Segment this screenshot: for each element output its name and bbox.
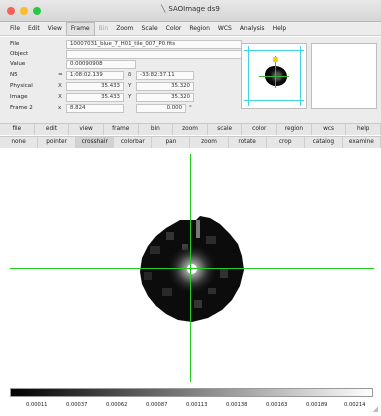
- wcs-separator: =: [58, 72, 63, 78]
- file-name-field: 10007031_blue_7_H01_tile_007_P0.fits: [66, 40, 242, 49]
- info-row-value: Value 0.00090908: [10, 60, 242, 69]
- panner-box-right: [300, 46, 301, 106]
- menu-frame[interactable]: Frame: [65, 21, 95, 36]
- menu-wcs[interactable]: WCS: [214, 23, 236, 35]
- menu-help[interactable]: Help: [269, 23, 291, 35]
- colorbar-tick-label: 0.00037: [66, 402, 88, 408]
- menu-analysis[interactable]: Analysis: [236, 23, 269, 35]
- menu-bin[interactable]: Bin: [95, 23, 113, 35]
- menu-file[interactable]: File: [6, 23, 24, 35]
- menu-color[interactable]: Color: [162, 23, 186, 35]
- button-edit[interactable]: edit: [35, 124, 70, 135]
- menu-bar: File Edit View Frame Bin Zoom Scale Colo…: [0, 21, 381, 36]
- colorbar-tick-label: 0.00011: [26, 402, 48, 408]
- object-label: Object: [10, 51, 29, 57]
- window-title-group: ╲ SAOImage ds9: [0, 5, 381, 13]
- physical-y-label: Y: [128, 83, 132, 89]
- menu-scale[interactable]: Scale: [138, 23, 162, 35]
- physical-x-field: 35.433: [66, 82, 124, 91]
- panner-compass-marker: [273, 57, 278, 62]
- info-row-wcs: N5 = 1:08:02.139 δ -33:82:37.11: [10, 71, 242, 80]
- window-title: SAOImage ds9: [168, 5, 220, 13]
- colorbar-tick-label: 0.00062: [106, 402, 128, 408]
- info-row-file: File 10007031_blue_7_H01_tile_007_P0.fit…: [10, 40, 242, 49]
- wcs-dec-symbol: δ: [128, 72, 132, 78]
- mode-button-bar: none pointer crosshair colorbar pan zoom…: [0, 136, 381, 148]
- button-scale[interactable]: scale: [208, 124, 243, 135]
- physical-x-label: X: [58, 83, 62, 89]
- menu-zoom[interactable]: Zoom: [112, 23, 137, 35]
- frame-angle-unit: °: [189, 105, 192, 111]
- mode-zoom-button[interactable]: zoom: [190, 137, 229, 148]
- info-row-object: Object: [10, 50, 242, 59]
- button-bin[interactable]: bin: [139, 124, 174, 135]
- frame-zoom-x-label: x: [58, 105, 62, 111]
- colorbar-tick-label: 0.00087: [146, 402, 168, 408]
- colorbar-tick-label: 0.00214: [344, 402, 366, 408]
- title-bar: ╲ SAOImage ds9: [0, 0, 381, 22]
- crosshair-horizontal[interactable]: [10, 268, 374, 269]
- menu-view[interactable]: View: [44, 23, 66, 35]
- button-file[interactable]: file: [0, 124, 35, 135]
- mode-catalog-button[interactable]: catalog: [305, 137, 343, 148]
- button-view[interactable]: view: [69, 124, 104, 135]
- mode-pointer-button[interactable]: pointer: [38, 137, 77, 148]
- colorbar-tick-labels: 0.00011 0.00037 0.00062 0.00087 0.00113 …: [10, 402, 373, 410]
- mode-pan-button[interactable]: pan: [152, 137, 191, 148]
- button-help[interactable]: help: [346, 124, 381, 135]
- wcs-label: N5: [10, 72, 18, 78]
- menu-region[interactable]: Region: [185, 23, 214, 35]
- colorbar-tick-label: 0.00138: [226, 402, 248, 408]
- panner-box-bottom: [244, 100, 304, 101]
- mode-crosshair-button[interactable]: crosshair: [76, 137, 115, 148]
- file-label: File: [10, 41, 20, 47]
- ds9-app-icon: ╲: [161, 5, 166, 13]
- panner-box-top: [244, 50, 304, 51]
- frame-label: Frame 2: [10, 105, 33, 111]
- frame-zoom-field: 8.824: [66, 104, 124, 113]
- button-color[interactable]: color: [242, 124, 278, 135]
- image-label: Image: [10, 94, 28, 100]
- button-wcs[interactable]: wcs: [312, 124, 347, 135]
- object-field: [66, 50, 242, 59]
- pixel-value-field: 0.00090908: [66, 60, 136, 69]
- magnifier-thumbnail: [311, 43, 377, 109]
- image-y-field: 35.320: [136, 93, 194, 102]
- resize-grip-icon[interactable]: ◢: [373, 405, 378, 413]
- image-x-field: 35.433: [66, 93, 124, 102]
- panner-crosshair-horizontal: [259, 76, 289, 77]
- colorbar-tick-label: 0.00189: [306, 402, 328, 408]
- info-row-image: Image X 35.433 Y 35.320: [10, 93, 242, 102]
- info-row-frame: Frame 2 x 8.824 0.000 °: [10, 104, 242, 113]
- wcs-dec-field: -33:82:37.11: [136, 71, 194, 80]
- colorbar-tick-label: 0.00113: [186, 402, 208, 408]
- info-panel: File 10007031_blue_7_H01_tile_007_P0.fit…: [0, 37, 381, 123]
- fits-image-source: [140, 216, 244, 322]
- mode-crop-button[interactable]: crop: [267, 137, 305, 148]
- mode-rotate-button[interactable]: rotate: [229, 137, 267, 148]
- image-x-label: X: [58, 94, 62, 100]
- button-frame[interactable]: frame: [104, 124, 139, 135]
- colorbar[interactable]: [10, 388, 373, 397]
- frame-angle-field: 0.000: [136, 104, 186, 113]
- physical-label: Physical: [10, 83, 33, 89]
- major-button-bar: file edit view frame bin zoom scale colo…: [0, 123, 381, 135]
- image-y-label: Y: [128, 94, 132, 100]
- panner-thumbnail[interactable]: [241, 43, 307, 109]
- wcs-ra-field: 1:08:02.139: [66, 71, 124, 80]
- info-row-physical: Physical X 35.433 Y 35.320: [10, 82, 242, 91]
- mode-examine-button[interactable]: examine: [343, 137, 381, 148]
- image-canvas[interactable]: [0, 152, 381, 388]
- panner-box-left: [248, 46, 249, 106]
- button-zoom[interactable]: zoom: [173, 124, 208, 135]
- crosshair-vertical[interactable]: [190, 154, 191, 382]
- value-label: Value: [10, 61, 26, 67]
- menu-edit[interactable]: Edit: [24, 23, 44, 35]
- mode-colorbar-button[interactable]: colorbar: [114, 137, 153, 148]
- button-region[interactable]: region: [277, 124, 312, 135]
- physical-y-field: 35.320: [136, 82, 194, 91]
- colorbar-tick-label: 0.00163: [266, 402, 288, 408]
- mode-none-button[interactable]: none: [0, 137, 39, 148]
